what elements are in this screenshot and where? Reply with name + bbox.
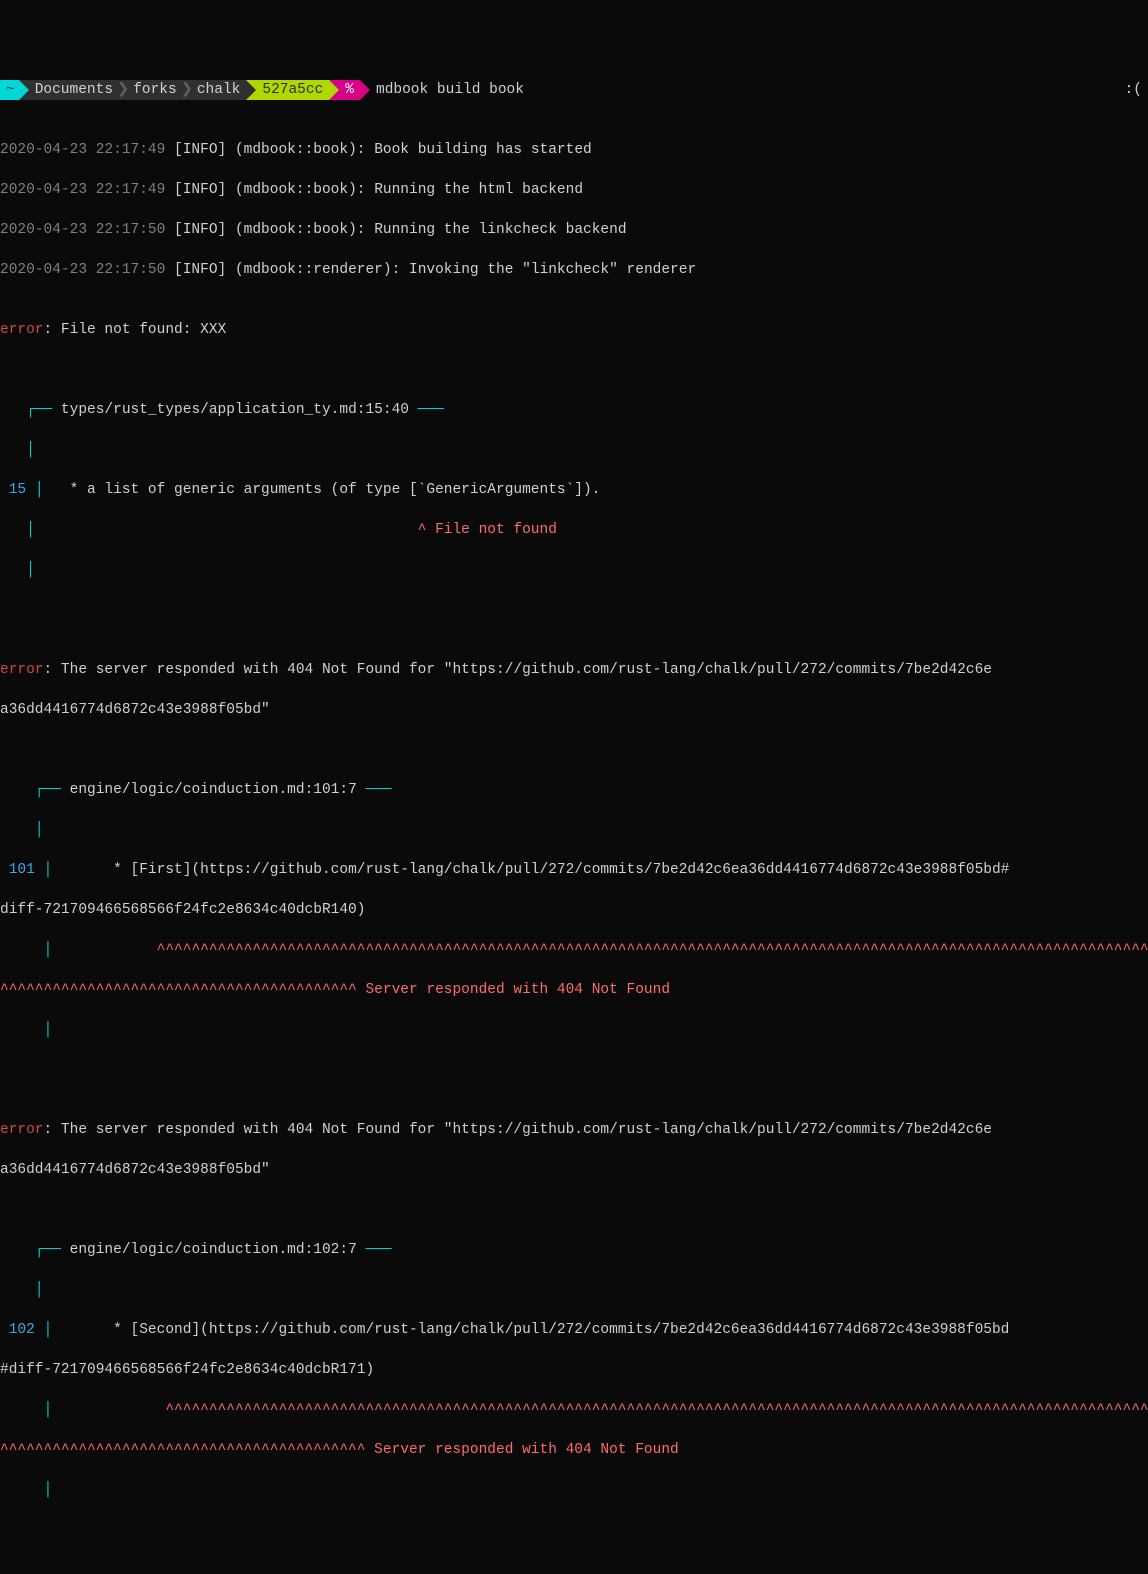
caret-line-cont: ^^^^^^^^^^^^^^^^^^^^^^^^^^^^^^^^^^^^^^^^… <box>0 1440 1148 1460</box>
error-line-cont: a36dd4416774d6872c43e3988f05bd" <box>0 700 1148 720</box>
prompt-line[interactable]: ~ Documents❯forks❯chalk 527a5cc % mdbook… <box>0 80 1148 100</box>
frame-pipe: │ <box>0 440 1148 460</box>
frame-top: ┌── engine/logic/coinduction.md:102:7 ──… <box>0 1240 1148 1260</box>
frame-pipe: │ <box>0 1020 1148 1040</box>
frame-top: ┌── types/rust_types/application_ty.md:1… <box>0 400 1148 420</box>
sad-face-icon: :( <box>1125 80 1148 100</box>
frame-pipe: │ <box>0 1280 1148 1300</box>
code-line-cont: diff-721709466568566f24fc2e8634c40dcbR14… <box>0 900 1148 920</box>
caret-line: │ ^ File not found <box>0 520 1148 540</box>
blank-line <box>0 360 1148 380</box>
blank-line <box>0 1060 1148 1080</box>
prompt-git-hash: 527a5cc <box>246 80 329 100</box>
code-line: 102 │ * [Second](https://github.com/rust… <box>0 1320 1148 1340</box>
prompt-tilde: ~ <box>0 80 19 100</box>
caret-line: │ ^^^^^^^^^^^^^^^^^^^^^^^^^^^^^^^^^^^^^^… <box>0 1400 1148 1420</box>
code-line: 101 │ * [First](https://github.com/rust-… <box>0 860 1148 880</box>
frame-pipe: │ <box>0 1480 1148 1500</box>
prompt-command: mdbook build book <box>360 80 524 100</box>
log-line: 2020-04-23 22:17:49 [INFO] (mdbook::book… <box>0 140 1148 160</box>
error-line: error: File not found: XXX <box>0 320 1148 340</box>
log-line: 2020-04-23 22:17:50 [INFO] (mdbook::book… <box>0 220 1148 240</box>
blank-line <box>0 1520 1148 1540</box>
caret-line-cont: ^^^^^^^^^^^^^^^^^^^^^^^^^^^^^^^^^^^^^^^^… <box>0 980 1148 1000</box>
code-line-cont: #diff-721709466568566f24fc2e8634c40dcbR1… <box>0 1360 1148 1380</box>
code-line: 15 │ * a list of generic arguments (of t… <box>0 480 1148 500</box>
frame-top: ┌── engine/logic/coinduction.md:101:7 ──… <box>0 780 1148 800</box>
blank-line <box>0 600 1148 620</box>
error-line-cont: a36dd4416774d6872c43e3988f05bd" <box>0 1160 1148 1180</box>
frame-pipe: │ <box>0 560 1148 580</box>
log-line: 2020-04-23 22:17:50 [INFO] (mdbook::rend… <box>0 260 1148 280</box>
blank-line <box>0 740 1148 760</box>
log-line: 2020-04-23 22:17:49 [INFO] (mdbook::book… <box>0 180 1148 200</box>
error-line: error: The server responded with 404 Not… <box>0 1120 1148 1140</box>
frame-pipe: │ <box>0 820 1148 840</box>
prompt-path: Documents❯forks❯chalk <box>19 80 247 100</box>
error-line: error: The server responded with 404 Not… <box>0 660 1148 680</box>
blank-line <box>0 1200 1148 1220</box>
caret-line: │ ^^^^^^^^^^^^^^^^^^^^^^^^^^^^^^^^^^^^^^… <box>0 940 1148 960</box>
